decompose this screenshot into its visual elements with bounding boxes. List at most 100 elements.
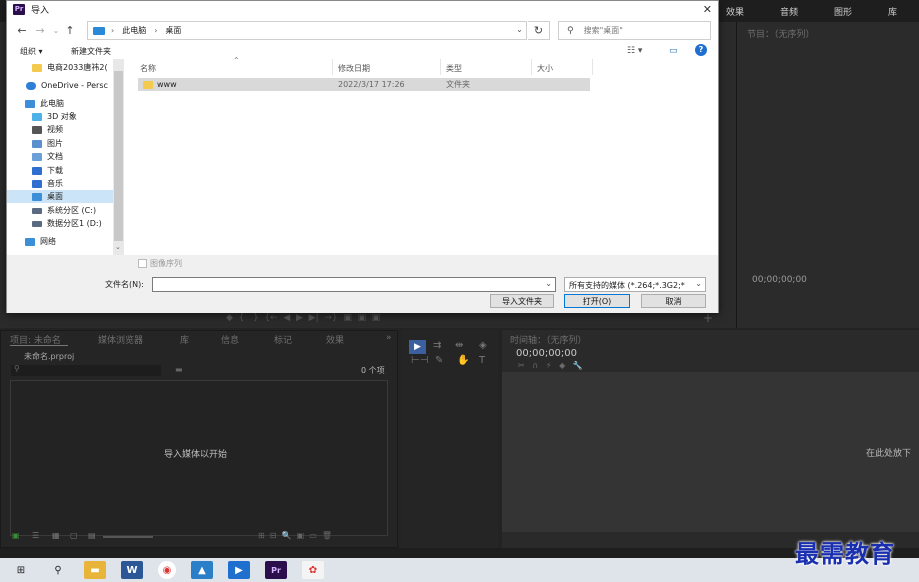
filename-chevron-down-icon[interactable]: ⌄ bbox=[545, 279, 552, 288]
project-drop-area[interactable]: 导入媒体以开始 bbox=[10, 380, 388, 536]
tab-effects-panel[interactable]: 效果 bbox=[326, 333, 344, 346]
close-icon[interactable]: ✕ bbox=[703, 3, 712, 16]
filename-input[interactable]: ⌄ bbox=[152, 277, 556, 292]
cancel-button[interactable]: 取消 bbox=[641, 294, 706, 308]
column-divider[interactable] bbox=[531, 59, 532, 75]
selection-tool-icon[interactable]: ▶ bbox=[409, 340, 426, 354]
tree-item-drive-d[interactable]: 数据分区1 (D:) bbox=[7, 217, 113, 230]
scroll-down-chevron-icon[interactable]: ⌄ bbox=[115, 243, 121, 251]
search-input[interactable]: ⚲ 搜索"桌面" bbox=[558, 21, 711, 40]
timeline-tools-icon[interactable]: ✂ ∩ ⚡ ◆ 🔧 bbox=[518, 361, 583, 370]
dialog-title-bar[interactable]: Pr 导入 ✕ bbox=[7, 1, 718, 17]
address-bar[interactable]: › 此电脑 › 桌面 bbox=[87, 21, 527, 40]
open-button[interactable]: 打开(O) bbox=[564, 294, 630, 308]
premiere-logo-icon: Pr bbox=[13, 3, 25, 15]
address-chevron-down-icon[interactable]: ⌄ bbox=[512, 21, 527, 38]
tree-item-music[interactable]: 音乐 bbox=[7, 177, 113, 190]
razor-tool-icon[interactable]: ◈ bbox=[479, 340, 487, 351]
word-icon[interactable]: W bbox=[121, 561, 143, 579]
list-view-icon[interactable]: ☰ bbox=[32, 531, 39, 540]
slip-tool-icon[interactable]: ⊢⊣ bbox=[411, 355, 428, 366]
tab-audio[interactable]: 音频 bbox=[780, 5, 798, 18]
column-name[interactable]: 名称 bbox=[140, 63, 156, 74]
file-list-header: 名称 修改日期 类型 大小 bbox=[135, 59, 593, 75]
column-size[interactable]: 大小 bbox=[537, 63, 553, 74]
photos-icon[interactable]: ▲ bbox=[191, 561, 213, 579]
tab-effects[interactable]: 效果 bbox=[726, 5, 744, 18]
freeform-view-icon[interactable]: ▢ bbox=[70, 531, 78, 540]
file-explorer-icon[interactable]: ▬ bbox=[84, 561, 106, 579]
refresh-icon[interactable]: ↻ bbox=[528, 21, 550, 40]
file-row[interactable]: www 2022/3/17 17:26 文件夹 bbox=[138, 78, 590, 91]
preview-pane-icon[interactable]: ▭ bbox=[669, 46, 678, 56]
panel-tools-icon[interactable]: ⊞ ⊟ 🔍 ▣ ▭ 🗑 bbox=[258, 531, 332, 540]
search-placeholder: 搜索"桌面" bbox=[583, 26, 623, 35]
picture-icon bbox=[32, 139, 42, 148]
tab-library[interactable]: 库 bbox=[180, 333, 189, 346]
column-divider[interactable] bbox=[332, 59, 333, 75]
tree-item-drive-c[interactable]: 系统分区 (C:) bbox=[7, 204, 113, 217]
tree-item-folder[interactable]: 电商2033唐祎2( bbox=[7, 61, 113, 74]
file-type-select[interactable]: 所有支持的媒体 (*.264;*.3G2;* ⌄ bbox=[564, 277, 706, 292]
tab-markers[interactable]: 标记 bbox=[274, 333, 292, 346]
tab-libraries[interactable]: 库 bbox=[888, 5, 897, 18]
project-search-input[interactable]: ⚲ bbox=[11, 364, 161, 376]
column-type[interactable]: 类型 bbox=[446, 63, 462, 74]
zoom-slider[interactable] bbox=[103, 536, 153, 538]
download-icon bbox=[32, 166, 42, 175]
tab-media-browser[interactable]: 媒体浏览器 bbox=[98, 333, 143, 346]
transport-controls-icon[interactable]: ◆ { } {← ◀ ▶ ▶| →} ▣ ▣ ▣ bbox=[226, 313, 380, 323]
new-folder-button[interactable]: 新建文件夹 bbox=[71, 46, 111, 57]
help-icon[interactable]: ? bbox=[695, 44, 707, 56]
premiere-taskbar-icon[interactable]: Pr bbox=[265, 561, 287, 579]
column-divider[interactable] bbox=[592, 59, 593, 75]
breadcrumb-desktop[interactable]: 桌面 bbox=[165, 25, 181, 36]
ripple-edit-tool-icon[interactable]: ⇹ bbox=[455, 340, 463, 351]
tree-item-pictures[interactable]: 图片 bbox=[7, 137, 113, 150]
breadcrumb-this-pc[interactable]: 此电脑 bbox=[122, 25, 146, 36]
cube-icon bbox=[32, 112, 42, 121]
lock-icon[interactable]: ▣ bbox=[12, 531, 20, 540]
icon-view-icon[interactable]: ▦ bbox=[52, 531, 60, 540]
search-icon[interactable]: ⚲ bbox=[47, 561, 69, 579]
image-sequence-checkbox[interactable] bbox=[138, 259, 147, 268]
tree-item-desktop[interactable]: 桌面 bbox=[7, 190, 113, 203]
tree-item-downloads[interactable]: 下载 bbox=[7, 164, 113, 177]
tree-item-network[interactable]: 网络 bbox=[7, 235, 113, 248]
timeline-track-area[interactable]: 在此处放下 bbox=[502, 372, 919, 532]
windows-start-icon[interactable]: ⊞ bbox=[10, 561, 32, 579]
tree-item-this-pc[interactable]: 此电脑 bbox=[7, 97, 113, 110]
bin-icon[interactable]: ▬ bbox=[175, 365, 183, 374]
type-tool-icon[interactable]: T bbox=[479, 355, 485, 366]
chrome-icon[interactable]: ◉ bbox=[158, 561, 176, 579]
sort-icon[interactable]: ▤ bbox=[88, 531, 96, 540]
hand-tool-icon[interactable]: ✋ bbox=[457, 355, 469, 366]
windows-taskbar: ⊞ ⚲ ▬ W ◉ ▲ ▶ Pr ✿ bbox=[0, 558, 919, 582]
media-player-icon[interactable]: ▶ bbox=[228, 561, 250, 579]
more-tabs-icon[interactable]: » bbox=[386, 333, 392, 343]
program-timecode: 00;00;00;00 bbox=[752, 275, 807, 285]
paint-icon[interactable]: ✿ bbox=[302, 561, 324, 579]
up-arrow-icon[interactable]: ↑ bbox=[63, 24, 77, 37]
add-button-icon[interactable]: + bbox=[703, 311, 713, 325]
track-select-tool-icon[interactable]: ⇉ bbox=[433, 340, 441, 351]
back-arrow-icon[interactable]: ← bbox=[15, 24, 29, 37]
organize-button[interactable]: 组织 ▾ bbox=[20, 46, 43, 57]
column-divider[interactable] bbox=[440, 59, 441, 75]
tree-item-videos[interactable]: 视频 bbox=[7, 123, 113, 136]
column-date[interactable]: 修改日期 bbox=[338, 63, 370, 74]
tab-info[interactable]: 信息 bbox=[221, 333, 239, 346]
import-folder-button[interactable]: 导入文件夹 bbox=[490, 294, 554, 308]
dialog-toolbar: 组织 ▾ 新建文件夹 ☷ ▾ ▭ ? bbox=[7, 43, 718, 59]
file-type: 文件夹 bbox=[446, 80, 470, 89]
recent-chevron-down-icon[interactable]: ⌄ bbox=[49, 26, 63, 35]
scrollbar-thumb[interactable] bbox=[114, 71, 123, 241]
tree-item-documents[interactable]: 文档 bbox=[7, 150, 113, 163]
forward-arrow-icon[interactable]: → bbox=[33, 24, 47, 37]
view-options-icon[interactable]: ☷ ▾ bbox=[627, 46, 642, 56]
tab-graphics[interactable]: 图形 bbox=[834, 5, 852, 18]
tree-item-3d-objects[interactable]: 3D 对象 bbox=[7, 110, 113, 123]
music-icon bbox=[32, 179, 42, 188]
tree-item-onedrive[interactable]: OneDrive - Persc bbox=[7, 79, 113, 92]
pen-tool-icon[interactable]: ✎ bbox=[435, 355, 443, 366]
